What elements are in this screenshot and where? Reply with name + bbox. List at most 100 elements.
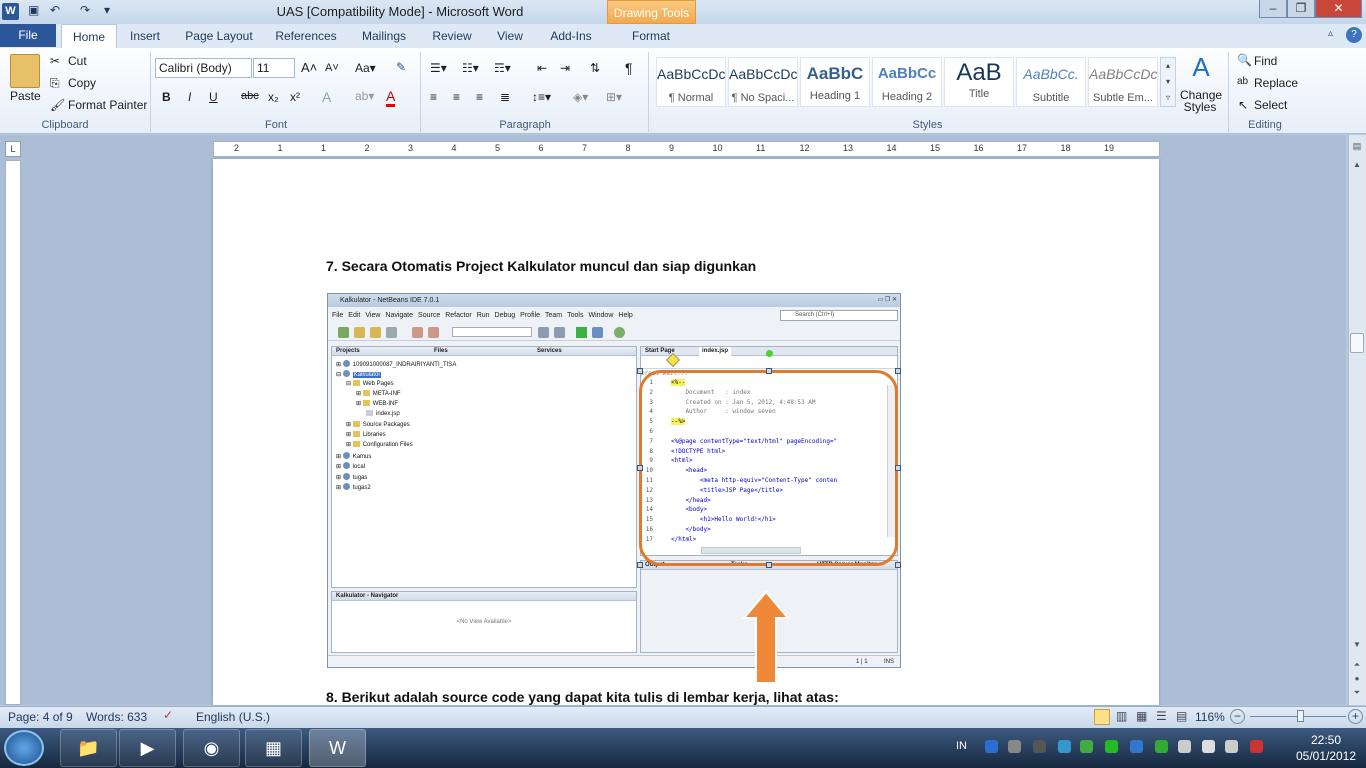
page-count[interactable]: Page: 4 of 9 <box>8 710 73 724</box>
ruler-toggle-icon[interactable]: ▤ <box>1350 141 1364 157</box>
language-indicator[interactable]: English (U.S.) <box>196 710 270 724</box>
horizontal-ruler[interactable]: 2 1 1 2 3 4 5 6 7 8 9 10 11 12 13 14 15 16 17 18 19 <box>213 141 1160 157</box>
tab-file[interactable]: File <box>0 24 56 47</box>
action-center-icon[interactable] <box>1155 740 1168 753</box>
style-normal[interactable]: AaBbCcDc ¶ Normal <box>656 57 726 107</box>
align-right-icon[interactable]: ≡ <box>476 90 483 104</box>
subscript-button[interactable]: x₂ <box>268 90 279 104</box>
network-icon[interactable] <box>1202 740 1215 753</box>
format-painter-icon[interactable]: 🖌 <box>50 98 65 112</box>
tray-app-icon[interactable] <box>1058 740 1071 753</box>
word-taskbar-icon[interactable]: W <box>309 729 366 767</box>
style-title[interactable]: AaB Title <box>944 57 1014 107</box>
vertical-scrollbar[interactable] <box>1348 135 1366 705</box>
cut-icon[interactable]: ✂ <box>50 54 60 68</box>
selection-handle[interactable] <box>895 562 901 568</box>
explorer-icon[interactable]: 📁 <box>60 729 117 767</box>
shading-icon[interactable]: ◈▾ <box>573 90 588 104</box>
word-count[interactable]: Words: 633 <box>86 710 147 724</box>
winrar-icon[interactable]: ▦ <box>245 729 302 767</box>
selection-handle[interactable] <box>766 562 772 568</box>
bluetooth-icon[interactable] <box>985 740 998 753</box>
help-icon[interactable]: ? <box>1346 27 1362 43</box>
zoom-slider-thumb[interactable] <box>1296 710 1304 722</box>
tab-references[interactable]: References <box>270 24 342 48</box>
paste-icon[interactable] <box>10 54 40 88</box>
superscript-button[interactable]: x² <box>290 90 300 104</box>
zoom-level[interactable]: 116% <box>1195 710 1225 724</box>
clear-formatting-icon[interactable]: ✎ <box>396 60 406 74</box>
tray-app-icon[interactable] <box>1250 740 1263 753</box>
strikethrough-button[interactable]: abc <box>241 90 259 102</box>
draft-icon[interactable]: ▤ <box>1176 709 1187 723</box>
sort-icon[interactable]: ⇅ <box>590 61 600 75</box>
tab-page-layout[interactable]: Page Layout <box>180 24 258 48</box>
selection-handle[interactable] <box>895 465 901 471</box>
increase-indent-icon[interactable]: ⇥ <box>560 61 570 75</box>
find-button[interactable]: Find <box>1254 54 1277 68</box>
scroll-thumb[interactable] <box>1350 333 1364 353</box>
proofing-icon[interactable]: ✓ <box>163 708 173 722</box>
grow-font-icon[interactable]: A˄ <box>301 60 317 75</box>
highlight-color-icon[interactable]: ab▾ <box>355 89 374 103</box>
scroll-down-icon[interactable]: ▼ <box>1350 640 1364 654</box>
find-icon[interactable]: 🔍 <box>1237 53 1252 67</box>
style-heading-1[interactable]: AaBbC Heading 1 <box>800 57 870 107</box>
tray-app-icon[interactable] <box>1080 740 1093 753</box>
selection-handle[interactable] <box>895 368 901 374</box>
cut-button[interactable]: Cut <box>68 54 87 68</box>
outline-icon[interactable]: ☰ <box>1156 709 1167 723</box>
borders-icon[interactable]: ⊞▾ <box>606 90 622 104</box>
print-layout-icon[interactable] <box>1094 709 1110 725</box>
tray-app-icon[interactable] <box>1130 740 1143 753</box>
zoom-in-icon[interactable]: + <box>1348 709 1363 724</box>
minimize-button[interactable]: – <box>1259 0 1287 18</box>
close-button[interactable]: ✕ <box>1315 0 1362 18</box>
vertical-ruler[interactable] <box>5 160 21 705</box>
tab-add-ins[interactable]: Add-Ins <box>543 24 599 48</box>
show-formatting-icon[interactable]: ¶ <box>625 60 633 76</box>
line-spacing-icon[interactable]: ↕≡▾ <box>532 90 551 104</box>
zoom-out-icon[interactable]: − <box>1230 709 1245 724</box>
font-size-select[interactable]: 11 <box>253 58 295 78</box>
restore-button[interactable]: ❐ <box>1287 0 1315 18</box>
undo-icon[interactable]: ↶ <box>50 3 60 17</box>
select-icon[interactable]: ↖ <box>1238 98 1248 112</box>
align-center-icon[interactable]: ≡ <box>453 90 460 104</box>
tray-app-icon[interactable] <box>1105 740 1118 753</box>
numbering-icon[interactable]: ☷▾ <box>462 61 479 75</box>
selection-handle[interactable] <box>637 368 643 374</box>
orange-highlight-shape[interactable] <box>639 370 898 566</box>
font-family-select[interactable]: Calibri (Body) <box>155 58 252 78</box>
battery-icon[interactable] <box>1178 740 1191 753</box>
word-logo-icon[interactable]: W <box>2 3 19 20</box>
style-no-spacing[interactable]: AaBbCcDc ¶ No Spaci... <box>728 57 798 107</box>
tray-app-icon[interactable] <box>1008 740 1021 753</box>
scroll-up-icon[interactable]: ▲ <box>1350 160 1364 174</box>
font-color-icon[interactable]: A <box>386 88 396 107</box>
style-heading-2[interactable]: AaBbCc Heading 2 <box>872 57 942 107</box>
bold-button[interactable]: B <box>162 90 171 104</box>
selection-handle[interactable] <box>637 465 643 471</box>
replace-icon[interactable]: ab <box>1237 76 1248 87</box>
tab-mailings[interactable]: Mailings <box>354 24 414 48</box>
browse-object-icon[interactable]: ⏶ ● ⏷ <box>1350 658 1364 702</box>
style-subtle-emphasis[interactable]: AaBbCcDc Subtle Em... <box>1088 57 1158 107</box>
decrease-indent-icon[interactable]: ⇤ <box>537 61 547 75</box>
selection-handle[interactable] <box>766 368 772 374</box>
change-case-icon[interactable]: Aa▾ <box>355 61 376 75</box>
paste-button[interactable]: Paste <box>10 89 41 103</box>
save-icon[interactable]: ▣ <box>28 3 39 17</box>
justify-icon[interactable]: ≣ <box>500 90 510 104</box>
tab-insert[interactable]: Insert <box>122 24 168 48</box>
tray-app-icon[interactable] <box>1033 740 1046 753</box>
copy-icon[interactable]: ⎘ <box>50 76 60 91</box>
media-player-icon[interactable]: ▶ <box>119 729 176 767</box>
change-styles-icon[interactable]: A <box>1184 52 1218 84</box>
rotation-handle[interactable] <box>766 350 773 357</box>
shrink-font-icon[interactable]: A˅ <box>325 62 339 74</box>
tab-review[interactable]: Review <box>425 24 479 48</box>
copy-button[interactable]: Copy <box>68 76 96 90</box>
style-subtitle[interactable]: AaBbCc. Subtitle <box>1016 57 1086 107</box>
text-effects-icon[interactable]: A <box>322 89 331 105</box>
